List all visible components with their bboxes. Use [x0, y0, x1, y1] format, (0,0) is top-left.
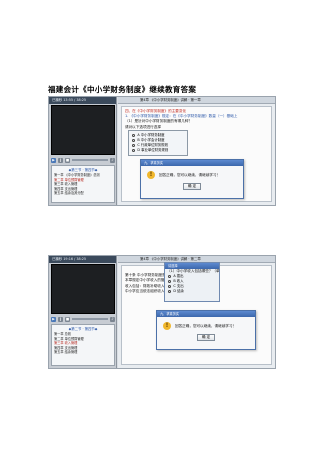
- ok-button[interactable]: 确 定: [197, 334, 215, 341]
- screenshot-1: 已播秒 13:55 / 38:25 ▶ ‖ ■ ♪ ◆第三节 · 第四节◆ 第一…: [48, 96, 276, 206]
- seek-bar[interactable]: [72, 318, 108, 320]
- play-icon[interactable]: ▶: [51, 316, 56, 322]
- player-controls: ▶ ‖ ■ ♪: [51, 157, 115, 163]
- chapter-list: ◆第二节 · 第四节◆ 第一章 总则 第二章 单位预算管理 第三章 收入管理 第…: [51, 324, 115, 366]
- dialog-body: ! 回答正确，您可以继续，请继续学习！: [157, 317, 255, 333]
- warning-icon: !: [147, 171, 155, 179]
- warning-icon: !: [163, 322, 171, 330]
- lesson-content: 第4章 《中小学财务制度》讲解 · 第二章 第三章 收入管理 第十条 中小学财务…: [118, 256, 275, 368]
- pause-icon[interactable]: ‖: [58, 157, 63, 163]
- volume-icon[interactable]: ♪: [110, 316, 115, 322]
- screenshot-2: 已播秒 19:16 / 38:25 ▶ ‖ ■ ♪ ◆第二节 · 第四节◆ 第一…: [48, 255, 276, 369]
- ok-button[interactable]: 确 定: [183, 183, 201, 190]
- radio-icon[interactable]: [132, 133, 136, 138]
- pause-icon[interactable]: ‖: [58, 316, 63, 322]
- seek-bar[interactable]: [72, 159, 108, 161]
- radio-icon[interactable]: [132, 143, 136, 148]
- play-icon[interactable]: ▶: [51, 157, 56, 163]
- chapter-list: ◆第三节 · 第四节◆ 第一章 《中小学财务制度》总则 第二章 单位预算管理 第…: [51, 165, 115, 203]
- radio-icon[interactable]: [168, 275, 172, 279]
- video-player: 已播秒 19:16 / 38:25 ▶ ‖ ■ ♪ ◆第二节 · 第四节◆ 第一…: [49, 256, 117, 368]
- video-player: 已播秒 13:55 / 38:25 ▶ ‖ ■ ♪ ◆第三节 · 第四节◆ 第一…: [49, 97, 117, 205]
- dialog-message: 回答正确，您可以继续，请继续学习！: [175, 323, 237, 328]
- question-dialog: 请选择 （1）中小学收入包括哪些？（单选） A 拨出 B 收入 C 支出 D 结…: [164, 262, 220, 302]
- stop-icon[interactable]: ■: [65, 157, 70, 163]
- option-label: D 结余: [173, 289, 184, 294]
- radio-icon[interactable]: [168, 290, 172, 294]
- video-screen[interactable]: [51, 105, 115, 155]
- dialog-message: 回答正确，您可以继续，请继续学习！: [159, 172, 221, 177]
- option-label: D 事业单位财务规则: [137, 148, 169, 152]
- volume-icon[interactable]: ♪: [110, 157, 115, 163]
- video-screen[interactable]: [51, 264, 115, 314]
- list-item[interactable]: 第五章 结余管理: [54, 350, 112, 355]
- radio-icon[interactable]: [132, 148, 136, 153]
- radio-icon[interactable]: [132, 138, 136, 143]
- result-dialog: 九、求真务实 ! 回答正确，您可以继续，请继续学习！ 确 定: [140, 159, 244, 199]
- answer-options: A 拨出 B 收入 C 支出 D 结余: [165, 274, 219, 294]
- player-time: 已播秒 13:55 / 38:25: [49, 97, 116, 104]
- radio-icon[interactable]: [168, 280, 172, 284]
- dialog-body: ! 回答正确，您可以继续，请继续学习！: [141, 166, 243, 182]
- stop-icon[interactable]: ■: [65, 316, 70, 322]
- chapter-list-header[interactable]: ◆第二节 · 第四节◆: [54, 326, 112, 331]
- result-dialog: 九、求真务实 ! 回答正确，您可以继续，请继续学习！ 确 定: [156, 310, 256, 350]
- lesson-breadcrumb: 第4章 《中小学财务制度》讲解 · 第一章: [118, 97, 275, 104]
- player-controls: ▶ ‖ ■ ♪: [51, 316, 115, 322]
- answer-option[interactable]: D 事业单位财务规则: [132, 148, 184, 153]
- lesson-content: 第4章 《中小学财务制度》讲解 · 第一章 四、在《中小学财务制度》的主要变化 …: [118, 97, 275, 205]
- player-time: 已播秒 19:16 / 38:25: [49, 256, 116, 263]
- radio-icon[interactable]: [168, 285, 172, 289]
- list-item[interactable]: 第五章 结余及其分配: [54, 191, 112, 196]
- answer-options: A 中小学财务制度 B 中小学会计制度 C 行政单位财务规则 D 事业单位财务规…: [128, 130, 188, 156]
- answer-option[interactable]: D 结余: [168, 289, 219, 294]
- document-title: 福建会计《中小学财务制度》继续教育答案: [48, 85, 197, 94]
- chapter-list-header[interactable]: ◆第三节 · 第四节◆: [54, 167, 112, 172]
